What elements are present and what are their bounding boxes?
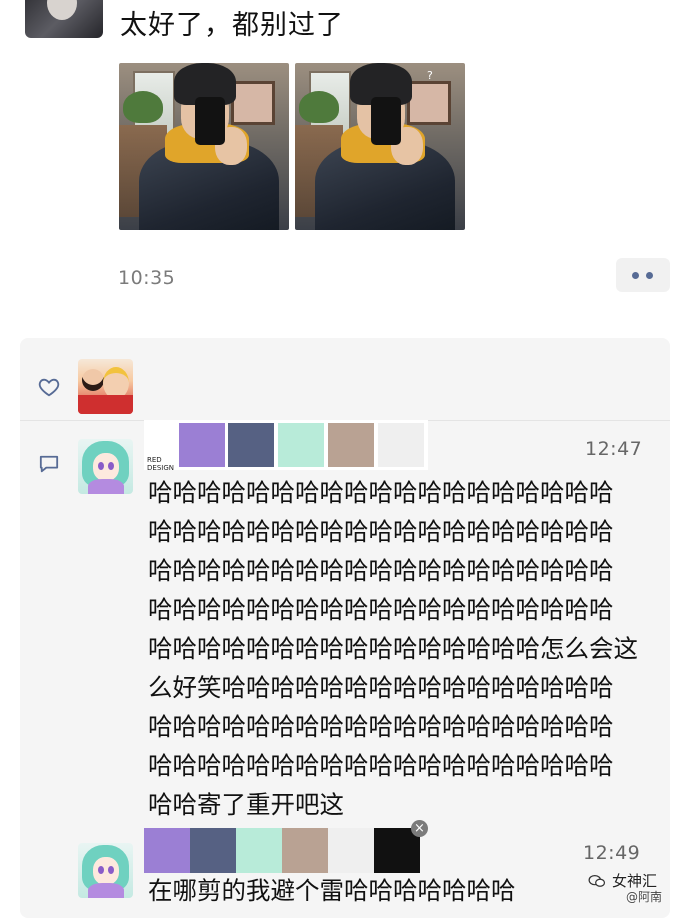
post-text: 太好了，都别过了: [120, 10, 344, 41]
comment-line: 哈哈哈哈哈哈哈哈哈哈哈哈哈哈哈哈哈哈哈: [148, 478, 614, 507]
post-time: 10:35: [118, 267, 176, 289]
palette-swatch-light-gray: [328, 828, 374, 873]
palette-brand-line1: RED: [147, 456, 162, 464]
comment-text: 哈哈哈哈哈哈哈哈哈哈哈哈哈哈哈哈哈哈哈 哈哈哈哈哈哈哈哈哈哈哈哈哈哈哈哈哈哈哈 …: [148, 473, 648, 824]
comment-line: 哈哈哈哈哈哈哈哈哈哈哈哈哈哈哈哈怎么会这: [148, 634, 638, 663]
palette-swatch-taupe: [328, 423, 374, 467]
poster-avatar-face: [47, 0, 77, 20]
watermark-handle: @阿南: [626, 890, 663, 904]
liker-avatar[interactable]: [78, 359, 133, 414]
palette-swatch-slate: [228, 423, 274, 467]
comment-time: 12:49: [583, 842, 641, 864]
comment-text: 在哪剪的我避个雷哈哈哈哈哈哈哈: [148, 876, 516, 905]
avatar-eye: [108, 866, 114, 874]
photo-phone: [195, 97, 225, 145]
more-dot-icon: [646, 272, 653, 279]
avatar-eye: [98, 462, 104, 470]
comment-line: 哈哈哈哈哈哈哈哈哈哈哈哈哈哈哈哈哈哈哈: [148, 712, 614, 741]
post-photo-1[interactable]: [119, 63, 289, 230]
comment-line: 哈哈哈哈哈哈哈哈哈哈哈哈哈哈哈哈哈哈哈: [148, 751, 614, 780]
avatar-eye: [98, 866, 104, 874]
photo-phone: [371, 97, 401, 145]
photo-plant: [123, 91, 163, 123]
color-palette-image[interactable]: [144, 828, 424, 874]
poster-avatar[interactable]: [25, 0, 103, 38]
comment-bubble-icon: [39, 455, 59, 473]
comment-line: 哈哈寄了重开吧这: [148, 790, 344, 819]
palette-swatch-purple: [144, 828, 190, 873]
palette-brand: RED DESIGN: [147, 456, 174, 472]
more-dot-icon: [632, 272, 639, 279]
palette-swatch-mint: [278, 423, 324, 467]
more-actions-button[interactable]: [616, 258, 670, 292]
avatar-dress: [88, 479, 124, 494]
heart-outline-icon: [38, 378, 60, 397]
liker-avatar-body: [78, 395, 133, 414]
post-photo-2[interactable]: ?: [295, 63, 465, 230]
palette-swatch-taupe: [282, 828, 328, 873]
photo-annotation: ?: [427, 69, 433, 82]
comment-line: 哈哈哈哈哈哈哈哈哈哈哈哈哈哈哈哈哈哈哈: [148, 556, 614, 585]
commenter-avatar[interactable]: [78, 439, 133, 494]
commenter-avatar[interactable]: [78, 843, 133, 898]
close-icon[interactable]: ×: [411, 820, 428, 837]
comment-line: 么好笑哈哈哈哈哈哈哈哈哈哈哈哈哈哈哈哈: [148, 673, 614, 702]
avatar-dress: [88, 883, 124, 898]
avatar-face: [93, 857, 119, 885]
photo-painting: [231, 81, 275, 125]
avatar-face: [93, 453, 119, 481]
avatar-eye: [108, 462, 114, 470]
photo-painting: [407, 81, 451, 125]
photo-plant: [299, 91, 339, 123]
palette-brand-line2: DESIGN: [147, 464, 174, 472]
palette-swatch-purple: [179, 423, 225, 467]
wechat-icon: [588, 874, 606, 887]
palette-swatch-mint: [236, 828, 282, 873]
palette-swatch-light-gray: [378, 423, 424, 467]
comment-line: 哈哈哈哈哈哈哈哈哈哈哈哈哈哈哈哈哈哈哈: [148, 517, 614, 546]
comment-time: 12:47: [585, 438, 643, 460]
comment-line: 哈哈哈哈哈哈哈哈哈哈哈哈哈哈哈哈哈哈哈: [148, 595, 614, 624]
liker-avatar-kid: [82, 369, 104, 391]
palette-swatch-slate: [190, 828, 236, 873]
color-palette-image[interactable]: RED DESIGN: [144, 420, 428, 472]
